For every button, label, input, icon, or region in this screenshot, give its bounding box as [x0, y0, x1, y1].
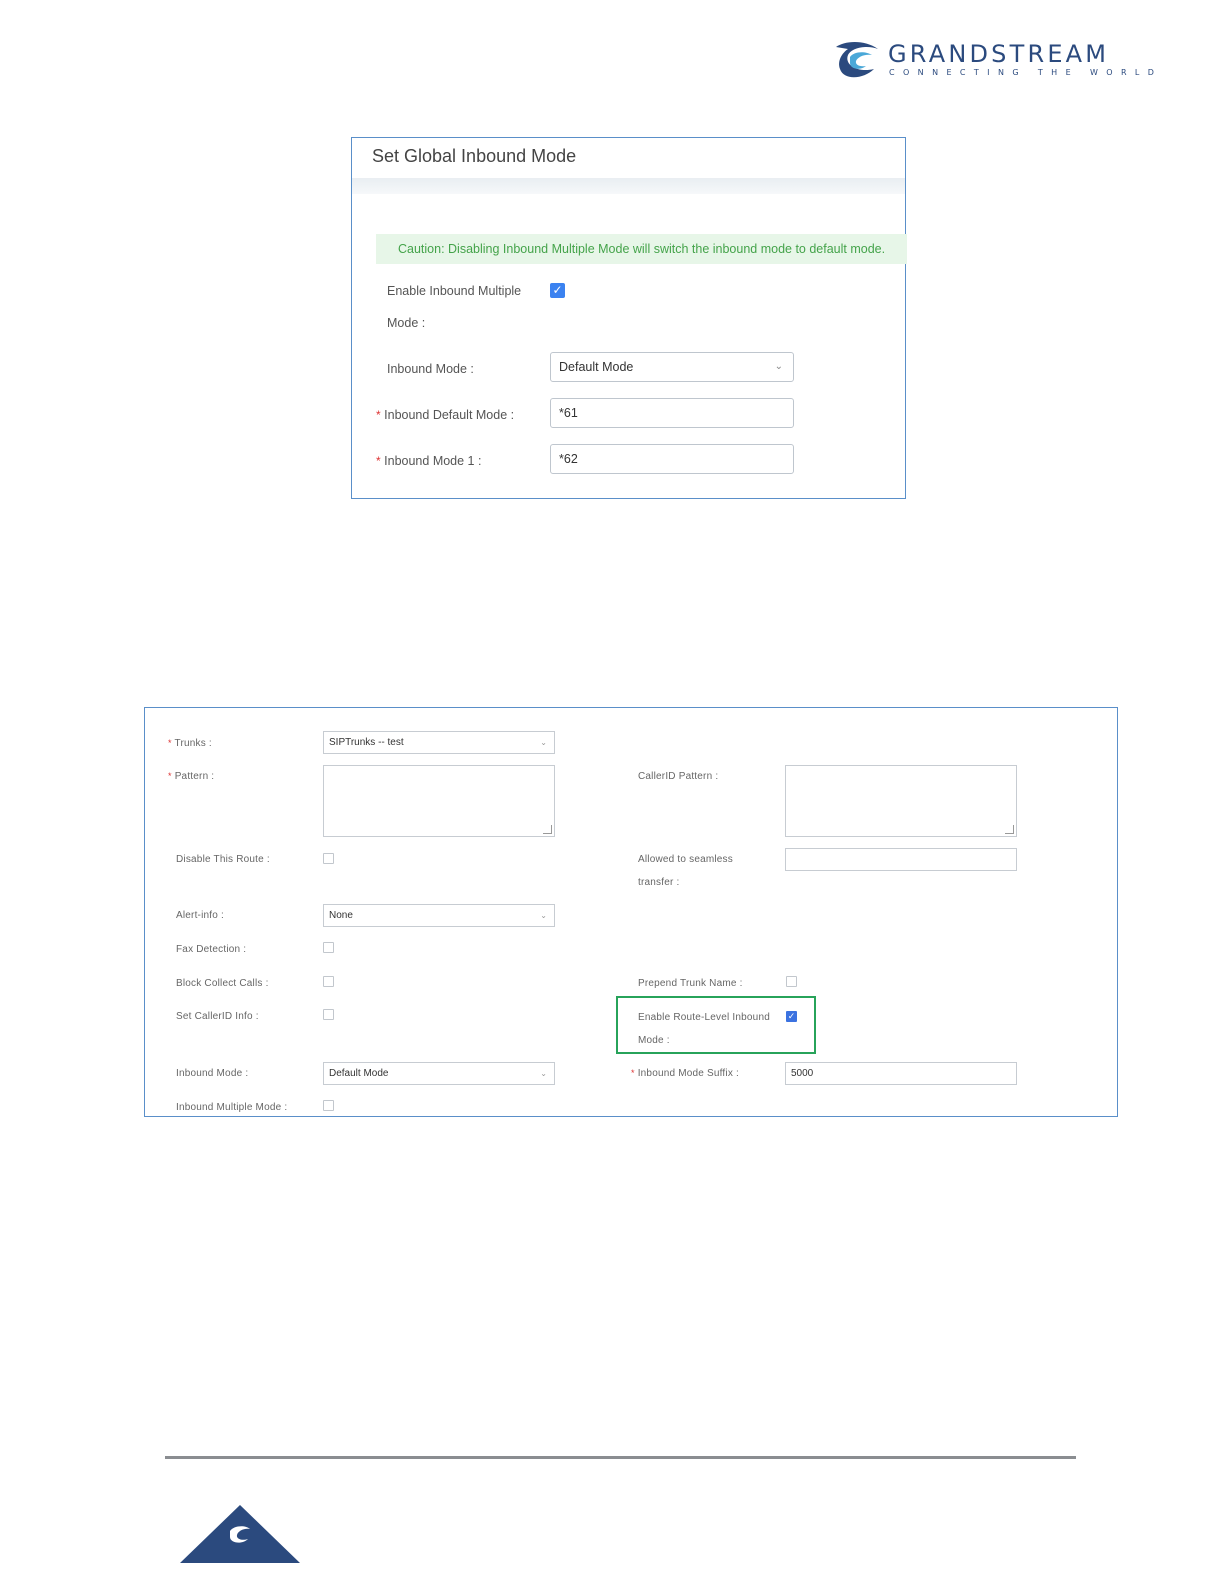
required-marker: * — [168, 738, 172, 748]
resize-grip-icon[interactable] — [543, 825, 552, 834]
alert-info-selected: None — [329, 910, 353, 921]
enable-route-level-label: Enable Route-Level Inbound — [638, 1012, 770, 1023]
inbound-default-mode-input[interactable]: *61 — [550, 398, 794, 428]
trunks-selected: SIPTrunks -- test — [329, 737, 404, 748]
fax-detection-checkbox[interactable] — [323, 942, 334, 953]
footer-logo-icon — [180, 1505, 300, 1563]
enable-multiple-mode-label: Enable Inbound Multiple — [387, 284, 522, 298]
global-inbound-mode-dialog: Set Global Inbound Mode Caution: Disabli… — [351, 137, 907, 499]
inbound-mode-suffix-label: Inbound Mode Suffix : — [637, 1068, 739, 1079]
callerid-pattern-label: CallerID Pattern : — [638, 771, 719, 782]
callerid-pattern-textarea[interactable] — [785, 765, 1017, 837]
chevron-down-icon: ⌄ — [540, 1069, 547, 1078]
inbound-multiple-mode-label: Inbound Multiple Mode : — [176, 1102, 288, 1113]
logo-wordmark: GRANDSTREAM — [888, 40, 1110, 68]
allowed-seamless-input[interactable] — [785, 848, 1017, 871]
pattern-textarea[interactable] — [323, 765, 555, 837]
inbound-multiple-mode-checkbox[interactable] — [323, 1100, 334, 1111]
chevron-down-icon: ⌄ — [540, 911, 547, 920]
title-divider — [352, 178, 905, 194]
set-callerid-info-label: Set CallerID Info : — [176, 1011, 259, 1022]
alert-info-select[interactable]: None ⌄ — [323, 904, 555, 927]
pattern-label-row: * Pattern : — [168, 771, 214, 782]
enable-route-level-label-cont: Mode : — [638, 1035, 670, 1046]
route-inbound-mode-label: Inbound Mode : — [176, 1068, 249, 1079]
prepend-trunk-name-label: Prepend Trunk Name : — [638, 978, 743, 989]
enable-multiple-mode-checkbox[interactable]: ✓ — [550, 283, 565, 298]
allowed-seamless-label: Allowed to seamless — [638, 854, 733, 865]
pattern-label: Pattern : — [174, 771, 215, 782]
prepend-trunk-name-checkbox[interactable] — [786, 976, 797, 987]
block-collect-calls-checkbox[interactable] — [323, 976, 334, 987]
chevron-down-icon: ⌄ — [774, 361, 783, 372]
caution-message: Caution: Disabling Inbound Multiple Mode… — [376, 234, 907, 264]
inbound-mode-selected: Default Mode — [559, 360, 634, 374]
trunks-label-row: * Trunks : — [168, 738, 212, 749]
enable-multiple-mode-label-cont: Mode : — [387, 316, 426, 330]
trunks-label: Trunks : — [174, 738, 212, 749]
inbound-default-mode-label-row: * Inbound Default Mode : — [376, 408, 514, 422]
disable-route-label: Disable This Route : — [176, 854, 270, 865]
enable-route-level-checkbox[interactable]: ✓ — [786, 1011, 797, 1022]
chevron-down-icon: ⌄ — [540, 738, 547, 747]
inbound-route-form: * Trunks : SIPTrunks -- test ⌄ * Pattern… — [144, 707, 1118, 1117]
inbound-mode-suffix-input[interactable]: 5000 — [785, 1062, 1017, 1085]
alert-info-label: Alert-info : — [176, 910, 224, 921]
required-marker: * — [168, 771, 172, 781]
block-collect-calls-label: Block Collect Calls : — [176, 978, 269, 989]
set-callerid-info-checkbox[interactable] — [323, 1009, 334, 1020]
inbound-mode-1-input[interactable]: *62 — [550, 444, 794, 474]
footer-divider — [165, 1456, 1076, 1459]
route-inbound-mode-select[interactable]: Default Mode ⌄ — [323, 1062, 555, 1085]
inbound-mode-1-label: Inbound Mode 1 : — [384, 454, 482, 468]
fax-detection-label: Fax Detection : — [176, 944, 247, 955]
required-marker: * — [631, 1068, 635, 1078]
dialog-title: Set Global Inbound Mode — [372, 146, 577, 166]
inbound-mode-label: Inbound Mode : — [387, 362, 474, 376]
inbound-mode-select[interactable]: Default Mode ⌄ — [550, 352, 794, 382]
inbound-mode-1-label-row: * Inbound Mode 1 : — [376, 454, 481, 468]
required-marker: * — [376, 408, 381, 422]
inbound-default-mode-label: Inbound Default Mode : — [384, 408, 515, 422]
inbound-mode-suffix-label-row: * Inbound Mode Suffix : — [631, 1068, 739, 1079]
logo-tagline: CONNECTING THE WORLD — [889, 68, 1163, 77]
required-marker: * — [376, 454, 381, 468]
route-inbound-mode-selected: Default Mode — [329, 1068, 389, 1079]
disable-route-checkbox[interactable] — [323, 853, 334, 864]
trunks-select[interactable]: SIPTrunks -- test ⌄ — [323, 731, 555, 754]
resize-grip-icon[interactable] — [1005, 825, 1014, 834]
grandstream-logo-icon — [836, 42, 878, 78]
allowed-seamless-label-cont: transfer : — [638, 877, 680, 888]
